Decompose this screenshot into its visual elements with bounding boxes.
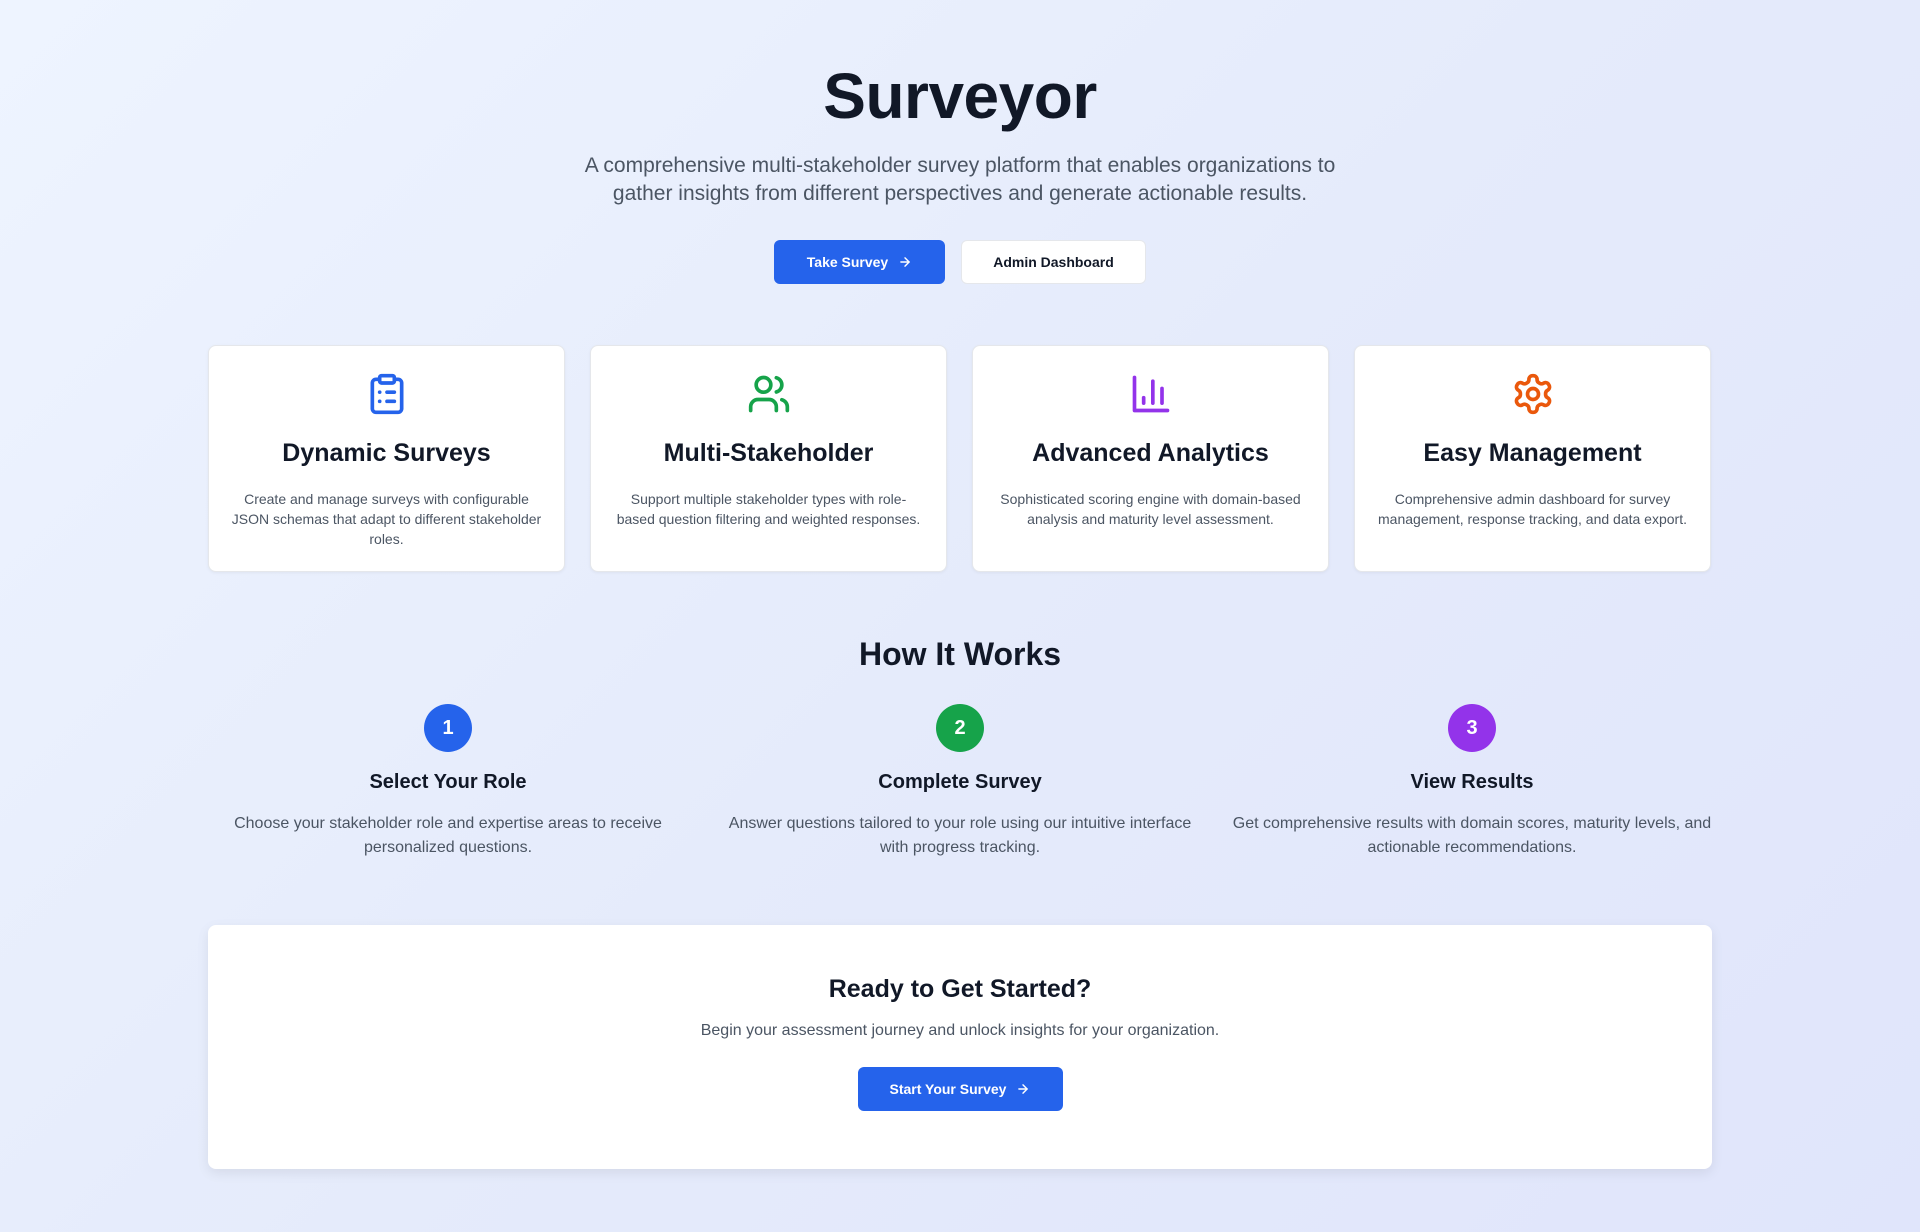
landing-page: Surveyor A comprehensive multi-stakehold… [0, 0, 1920, 1232]
feature-title: Multi-Stakeholder [663, 439, 874, 467]
take-survey-label: Take Survey [806, 254, 889, 270]
arrow-right-icon [1016, 1082, 1030, 1096]
start-survey-button[interactable]: Start Your Survey [857, 1067, 1063, 1111]
step-select-role: 1 Select Your Role Choose your stakehold… [208, 704, 688, 860]
feature-description: Create and manage surveys with configura… [231, 491, 542, 547]
users-icon [747, 372, 791, 416]
cta-description: Begin your assessment journey and unlock… [700, 1022, 1220, 1039]
app-subtitle: A comprehensive multi-stakeholder survey… [584, 154, 1336, 205]
feature-card-advanced-analytics: Advanced Analytics Sophisticated scoring… [972, 345, 1329, 572]
start-survey-label: Start Your Survey [889, 1081, 1007, 1097]
feature-description: Comprehensive admin dashboard for survey… [1378, 491, 1687, 527]
settings-gear-icon [1511, 372, 1555, 416]
app-title: Surveyor [823, 60, 1097, 132]
feature-title: Easy Management [1423, 439, 1642, 467]
hero-section: Surveyor A comprehensive multi-stakehold… [0, 56, 1920, 284]
feature-description: Support multiple stakeholder types with … [616, 491, 921, 527]
step-title: View Results [1410, 771, 1534, 793]
admin-dashboard-button[interactable]: Admin Dashboard [961, 240, 1146, 284]
arrow-right-icon [898, 255, 912, 269]
take-survey-button[interactable]: Take Survey [774, 240, 945, 284]
cta-card: Ready to Get Started? Begin your assessm… [208, 925, 1712, 1169]
step-number-badge: 1 [424, 704, 472, 752]
step-description: Answer questions tailored to your role u… [728, 815, 1192, 856]
feature-card-multi-stakeholder: Multi-Stakeholder Support multiple stake… [590, 345, 947, 572]
feature-card-dynamic-surveys: Dynamic Surveys Create and manage survey… [208, 345, 565, 572]
feature-description: Sophisticated scoring engine with domain… [1000, 491, 1301, 527]
cta-title: Ready to Get Started? [828, 975, 1092, 1003]
hero-buttons: Take Survey Admin Dashboard [0, 240, 1920, 284]
step-number-badge: 2 [936, 704, 984, 752]
step-complete-survey: 2 Complete Survey Answer questions tailo… [720, 704, 1200, 860]
how-it-works-steps: 1 Select Your Role Choose your stakehold… [208, 704, 1712, 860]
admin-dashboard-label: Admin Dashboard [993, 254, 1114, 270]
how-it-works-title: How It Works [858, 636, 1062, 672]
step-title: Select Your Role [369, 771, 527, 793]
feature-title: Dynamic Surveys [282, 439, 491, 467]
step-title: Complete Survey [878, 771, 1042, 793]
step-number-badge: 3 [1448, 704, 1496, 752]
clipboard-list-icon [365, 372, 409, 416]
step-description: Choose your stakeholder role and experti… [234, 815, 662, 856]
bar-chart-icon [1129, 372, 1173, 416]
features-grid: Dynamic Surveys Create and manage survey… [208, 345, 1712, 572]
step-description: Get comprehensive results with domain sc… [1232, 815, 1712, 856]
feature-title: Advanced Analytics [1032, 439, 1269, 467]
feature-card-easy-management: Easy Management Comprehensive admin dash… [1354, 345, 1711, 572]
step-view-results: 3 View Results Get comprehensive results… [1232, 704, 1712, 860]
